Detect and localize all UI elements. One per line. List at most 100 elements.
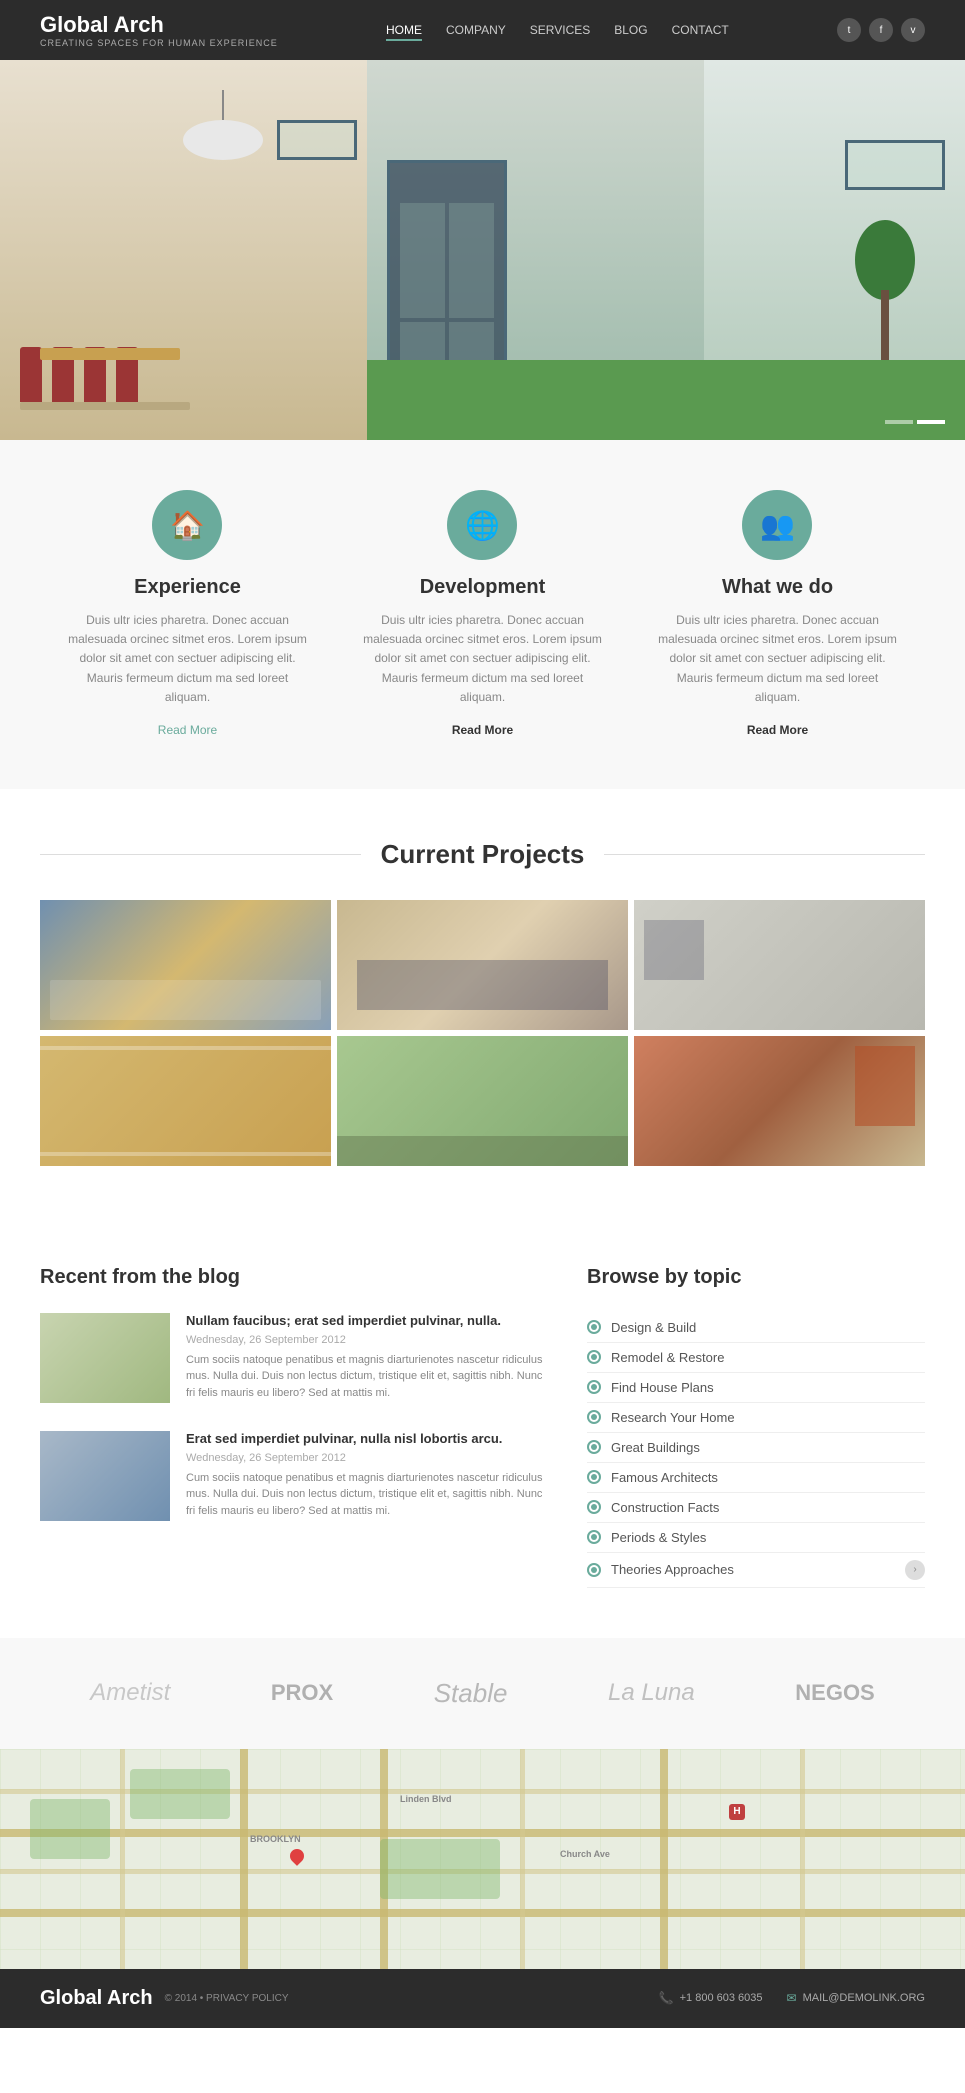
map-label-linden: Linden Blvd <box>400 1794 452 1804</box>
logo-subtitle: CREATING SPACES FOR HUMAN EXPERIENCE <box>40 38 278 48</box>
map-hospital-marker: H <box>729 1804 745 1820</box>
whatwedo-read-more[interactable]: Read More <box>747 723 808 737</box>
browse-list: Design & Build Remodel & Restore Find Ho… <box>587 1313 925 1588</box>
browse-label-6: Famous Architects <box>611 1470 718 1485</box>
main-nav: HOME COMPANY SERVICES BLOG CONTACT <box>386 19 729 41</box>
blog-post-2-content: Erat sed imperdiet pulvinar, nulla nisl … <box>186 1431 547 1521</box>
blog-post-1-content: Nullam faucibus; erat sed imperdiet pulv… <box>186 1313 547 1403</box>
development-read-more[interactable]: Read More <box>452 723 513 737</box>
browse-bullet-2 <box>587 1350 601 1364</box>
browse-bullet-7 <box>587 1500 601 1514</box>
development-title: Development <box>359 576 607 599</box>
footer-left: Global Arch © 2014 • PRIVACY POLICY <box>40 1987 289 2010</box>
footer-email: ✉ MAIL@DEMOLINK.ORG <box>787 1991 925 2005</box>
browse-label-8: Periods & Styles <box>611 1530 706 1545</box>
facebook-icon[interactable]: f <box>869 18 893 42</box>
footer-email-address: MAIL@DEMOLINK.ORG <box>803 1992 925 2004</box>
whatwedo-text: Duis ultr icies pharetra. Donec accuan m… <box>654 611 902 707</box>
browse-item-periods[interactable]: Periods & Styles <box>587 1523 925 1553</box>
twitter-icon[interactable]: t <box>837 18 861 42</box>
browse-bullet-6 <box>587 1470 601 1484</box>
hero-window <box>845 140 945 190</box>
browse-bullet-3 <box>587 1380 601 1394</box>
project-item-6[interactable] <box>634 1036 925 1166</box>
project-item-4[interactable] <box>40 1036 331 1166</box>
vimeo-icon[interactable]: v <box>901 18 925 42</box>
project-grid <box>40 900 925 1166</box>
browse-section: Browse by topic Design & Build Remodel &… <box>587 1266 925 1588</box>
whatwedo-icon: 👥 <box>742 490 812 560</box>
nav-home[interactable]: HOME <box>386 19 422 41</box>
blog-title: Recent from the blog <box>40 1266 547 1289</box>
blog-post-2: Erat sed imperdiet pulvinar, nulla nisl … <box>40 1431 547 1521</box>
project-item-2[interactable] <box>337 900 628 1030</box>
partner-prox: PROX <box>271 1680 333 1706</box>
map-label-brooklyn: BROOKLYN <box>250 1834 301 1844</box>
browse-item-great-buildings[interactable]: Great Buildings <box>587 1433 925 1463</box>
project-item-5[interactable] <box>337 1036 628 1166</box>
project-item-3[interactable] <box>634 900 925 1030</box>
phone-icon: 📞 <box>659 1991 674 2005</box>
blog-post-2-excerpt: Cum sociis natoque penatibus et magnis d… <box>186 1470 547 1520</box>
browse-bullet-9 <box>587 1563 601 1577</box>
hero-slider-dots[interactable] <box>885 420 945 424</box>
blog-post-2-title[interactable]: Erat sed imperdiet pulvinar, nulla nisl … <box>186 1431 547 1448</box>
hero-left-panel <box>0 60 367 440</box>
nav-contact[interactable]: CONTACT <box>672 19 729 41</box>
nav-company[interactable]: COMPANY <box>446 19 506 41</box>
blog-post-1-title[interactable]: Nullam faucibus; erat sed imperdiet pulv… <box>186 1313 547 1330</box>
browse-label-3: Find House Plans <box>611 1380 714 1395</box>
browse-label-7: Construction Facts <box>611 1500 719 1515</box>
browse-label-5: Great Buildings <box>611 1440 700 1455</box>
header: Global Arch CREATING SPACES FOR HUMAN EX… <box>0 0 965 60</box>
logo-title: Global Arch <box>40 12 278 38</box>
browse-bullet-8 <box>587 1530 601 1544</box>
blog-post-2-image[interactable] <box>40 1431 170 1521</box>
footer-contact: 📞 +1 800 603 6035 ✉ MAIL@DEMOLINK.ORG <box>659 1991 925 2005</box>
hero-right-panel <box>704 60 965 440</box>
map-section: BROOKLYN Linden Blvd Church Ave H <box>0 1749 965 1969</box>
logo: Global Arch CREATING SPACES FOR HUMAN EX… <box>40 12 278 48</box>
blog-post-1-date: Wednesday, 26 September 2012 <box>186 1334 547 1346</box>
whatwedo-title: What we do <box>654 576 902 599</box>
browse-bullet-1 <box>587 1320 601 1334</box>
footer-logo: Global Arch <box>40 1987 153 2010</box>
map-label-church: Church Ave <box>560 1849 610 1859</box>
footer-phone: 📞 +1 800 603 6035 <box>659 1991 763 2005</box>
blog-section: Recent from the blog Nullam faucibus; er… <box>40 1266 547 1588</box>
map-background: BROOKLYN Linden Blvd Church Ave H <box>0 1749 965 1969</box>
browse-item-famous-architects[interactable]: Famous Architects <box>587 1463 925 1493</box>
browse-label-9: Theories Approaches <box>611 1562 734 1577</box>
feature-whatwedo: 👥 What we do Duis ultr icies pharetra. D… <box>654 490 902 739</box>
footer-phone-number: +1 800 603 6035 <box>680 1992 763 2004</box>
experience-title: Experience <box>64 576 312 599</box>
browse-item-research[interactable]: Research Your Home <box>587 1403 925 1433</box>
browse-item-find-house[interactable]: Find House Plans <box>587 1373 925 1403</box>
map-pin <box>290 1849 304 1863</box>
features-section: 🏠 Experience Duis ultr icies pharetra. D… <box>0 440 965 789</box>
nav-services[interactable]: SERVICES <box>530 19 590 41</box>
social-icons: t f v <box>837 18 925 42</box>
experience-icon: 🏠 <box>152 490 222 560</box>
blog-post-2-date: Wednesday, 26 September 2012 <box>186 1452 547 1464</box>
browse-arrow[interactable]: › <box>905 1560 925 1580</box>
development-text: Duis ultr icies pharetra. Donec accuan m… <box>359 611 607 707</box>
browse-item-design-build[interactable]: Design & Build <box>587 1313 925 1343</box>
project-item-1[interactable] <box>40 900 331 1030</box>
projects-title: Current Projects <box>361 839 605 870</box>
browse-item-remodel[interactable]: Remodel & Restore <box>587 1343 925 1373</box>
browse-item-construction[interactable]: Construction Facts <box>587 1493 925 1523</box>
partner-negos: NEGOS <box>795 1680 874 1706</box>
browse-bullet-4 <box>587 1410 601 1424</box>
browse-label-4: Research Your Home <box>611 1410 735 1425</box>
browse-label-1: Design & Build <box>611 1320 696 1335</box>
nav-blog[interactable]: BLOG <box>614 19 647 41</box>
footer: Global Arch © 2014 • PRIVACY POLICY 📞 +1… <box>0 1969 965 2028</box>
hero-lamp <box>183 90 263 140</box>
blog-post-1-image[interactable] <box>40 1313 170 1403</box>
browse-item-theories[interactable]: Theories Approaches › <box>587 1553 925 1588</box>
hero-center-panel <box>367 60 705 440</box>
partner-laluna: La Luna <box>608 1679 695 1707</box>
experience-read-more[interactable]: Read More <box>158 723 217 737</box>
footer-copy: © 2014 • PRIVACY POLICY <box>165 1993 289 2004</box>
